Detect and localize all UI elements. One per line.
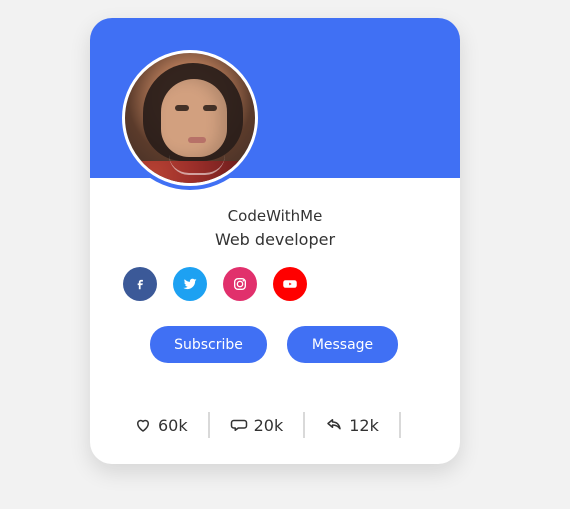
action-buttons: Subscribe Message — [150, 326, 398, 363]
shares-count: 12k — [349, 415, 379, 435]
youtube-link[interactable] — [273, 267, 307, 301]
comments-stat[interactable]: 20k — [210, 412, 306, 438]
heart-icon — [134, 416, 152, 434]
stats-bar: 60k 20k 12k — [134, 412, 401, 438]
avatar-eye-right — [203, 105, 217, 111]
message-button[interactable]: Message — [287, 326, 398, 363]
avatar-lips — [188, 137, 206, 143]
comment-icon — [230, 416, 248, 434]
avatar-face — [161, 79, 227, 157]
subscribe-button[interactable]: Subscribe — [150, 326, 267, 363]
instagram-link[interactable] — [223, 267, 257, 301]
social-links — [123, 267, 307, 301]
shares-stat[interactable]: 12k — [305, 412, 401, 438]
youtube-icon — [281, 275, 299, 293]
twitter-link[interactable] — [173, 267, 207, 301]
avatar-ring — [118, 46, 262, 190]
profile-title: Web developer — [214, 230, 336, 249]
instagram-icon — [232, 276, 248, 292]
twitter-icon — [182, 276, 198, 292]
facebook-icon — [133, 277, 147, 291]
share-icon — [325, 416, 343, 434]
likes-count: 60k — [158, 415, 188, 435]
comments-count: 20k — [253, 415, 284, 435]
profile-name: CodeWithMe — [227, 207, 323, 225]
likes-stat[interactable]: 60k — [134, 412, 210, 438]
avatar-eye-left — [175, 105, 189, 111]
avatar — [122, 50, 258, 186]
profile-card: CodeWithMe Web developer Subscribe Messa… — [90, 18, 460, 464]
facebook-link[interactable] — [123, 267, 157, 301]
